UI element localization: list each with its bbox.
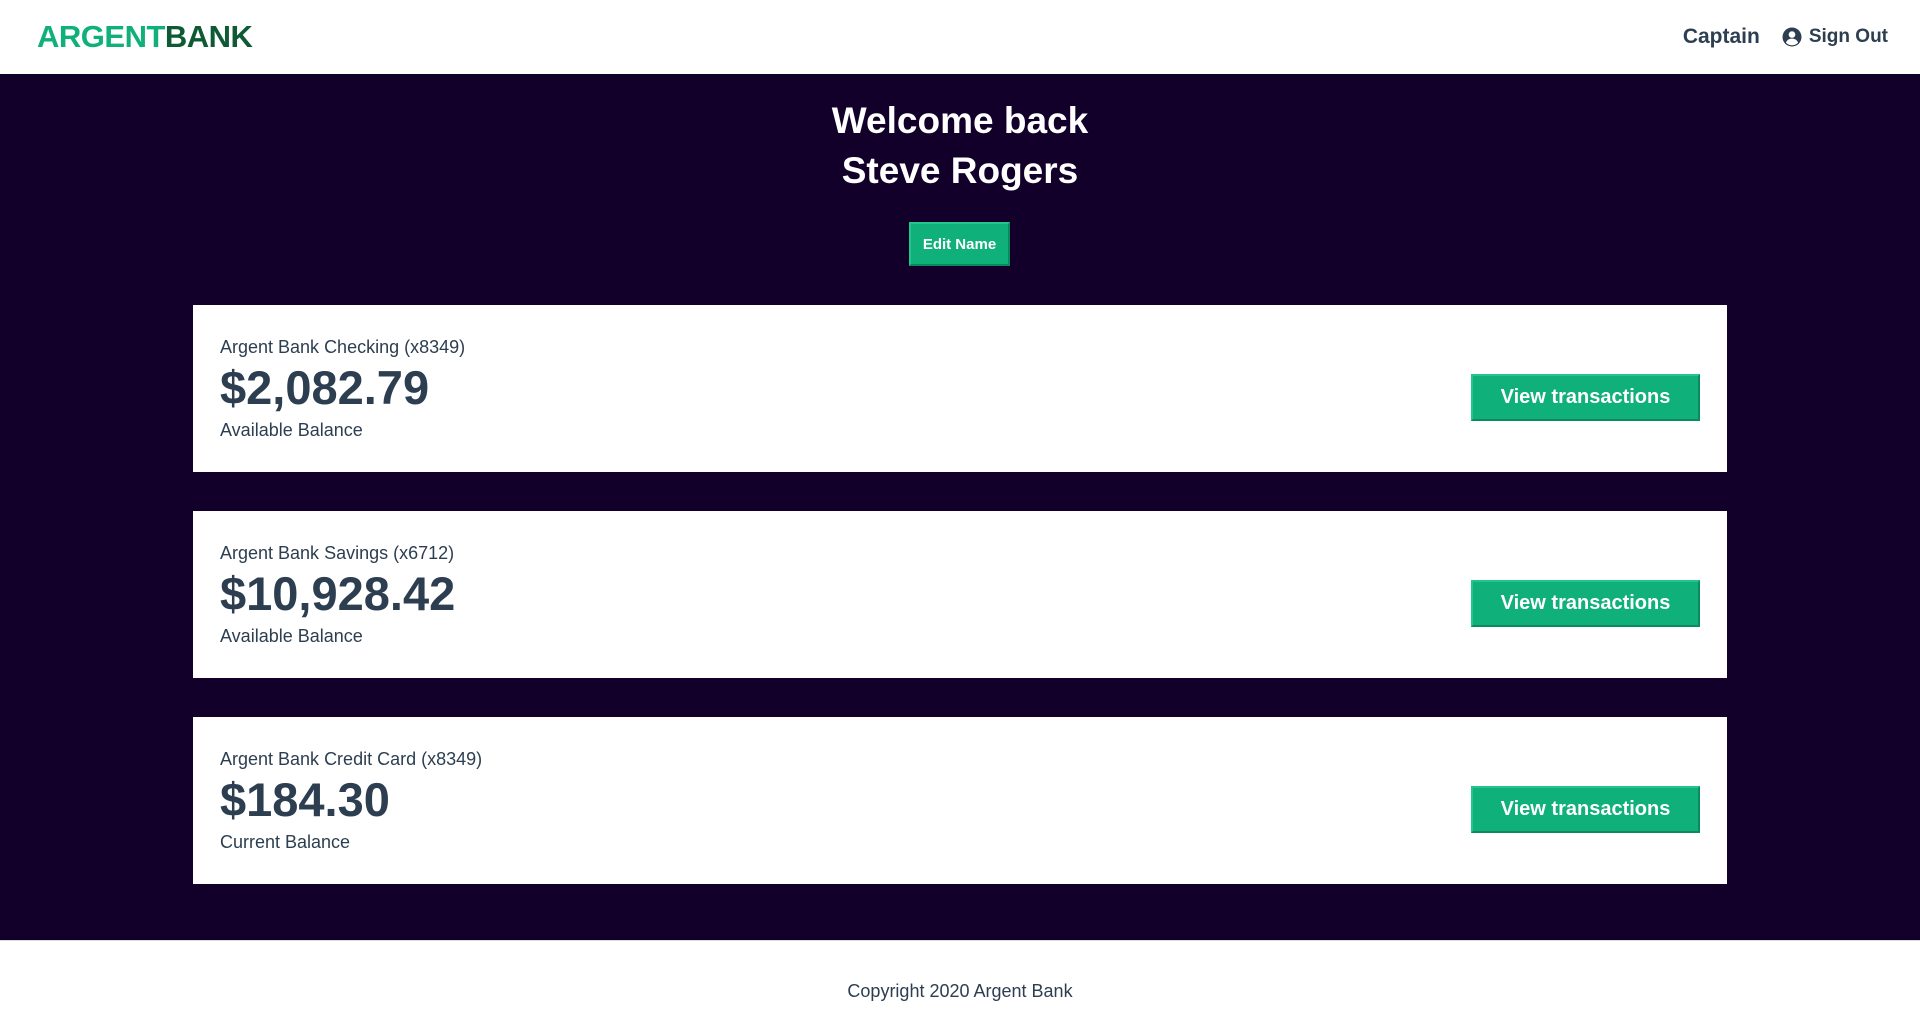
- account-card-credit: Argent Bank Credit Card (x8349) $184.30 …: [193, 717, 1727, 884]
- account-amount: $184.30: [220, 772, 390, 826]
- account-title: Argent Bank Credit Card (x8349): [220, 748, 483, 769]
- account-title: Argent Bank Checking (x8349): [220, 336, 466, 357]
- sign-out-link[interactable]: Sign Out: [1782, 26, 1888, 48]
- view-transactions-button[interactable]: View transactions: [1471, 374, 1700, 421]
- account-card-checking: Argent Bank Checking (x8349) $2,082.79 A…: [193, 305, 1727, 472]
- account-amount: $10,928.42: [220, 566, 456, 620]
- account-content: Argent Bank Savings (x6712) $10,928.42 A…: [220, 511, 455, 678]
- user-full-name: Steve Rogers: [841, 150, 1079, 191]
- nav-user-link[interactable]: Captain: [1683, 25, 1760, 49]
- welcome-text: Welcome back: [831, 100, 1089, 141]
- account-amount: $2,082.79: [220, 360, 430, 414]
- user-circle-icon: [1782, 27, 1802, 47]
- account-content: Argent Bank Credit Card (x8349) $184.30 …: [220, 717, 482, 884]
- account-amount-description: Available Balance: [220, 625, 363, 646]
- nav-right: Captain Sign Out: [1683, 25, 1888, 49]
- main-nav: ARGENT BANK Captain Sign Out: [0, 0, 1920, 74]
- account-card-savings: Argent Bank Savings (x6712) $10,928.42 A…: [193, 511, 1727, 678]
- main-content: Welcome back Steve Rogers Edit Name Arge…: [0, 74, 1920, 940]
- account-content: Argent Bank Checking (x8349) $2,082.79 A…: [220, 305, 465, 472]
- footer: Copyright 2020 Argent Bank: [0, 940, 1920, 1034]
- edit-name-button[interactable]: Edit Name: [909, 222, 1010, 266]
- view-transactions-button[interactable]: View transactions: [1471, 580, 1700, 627]
- account-amount-description: Current Balance: [220, 831, 351, 852]
- brand-logo[interactable]: ARGENT BANK: [37, 19, 253, 55]
- welcome-header: Welcome back Steve Rogers: [0, 96, 1920, 196]
- account-title: Argent Bank Savings (x6712): [220, 542, 455, 563]
- view-transactions-button[interactable]: View transactions: [1471, 786, 1700, 833]
- sign-out-label: Sign Out: [1808, 26, 1888, 47]
- copyright-text: Copyright 2020 Argent Bank: [847, 981, 1073, 1001]
- brand-logo-part2: BANK: [164, 19, 253, 54]
- account-amount-description: Available Balance: [220, 419, 363, 440]
- brand-logo-part1: ARGENT: [37, 19, 165, 54]
